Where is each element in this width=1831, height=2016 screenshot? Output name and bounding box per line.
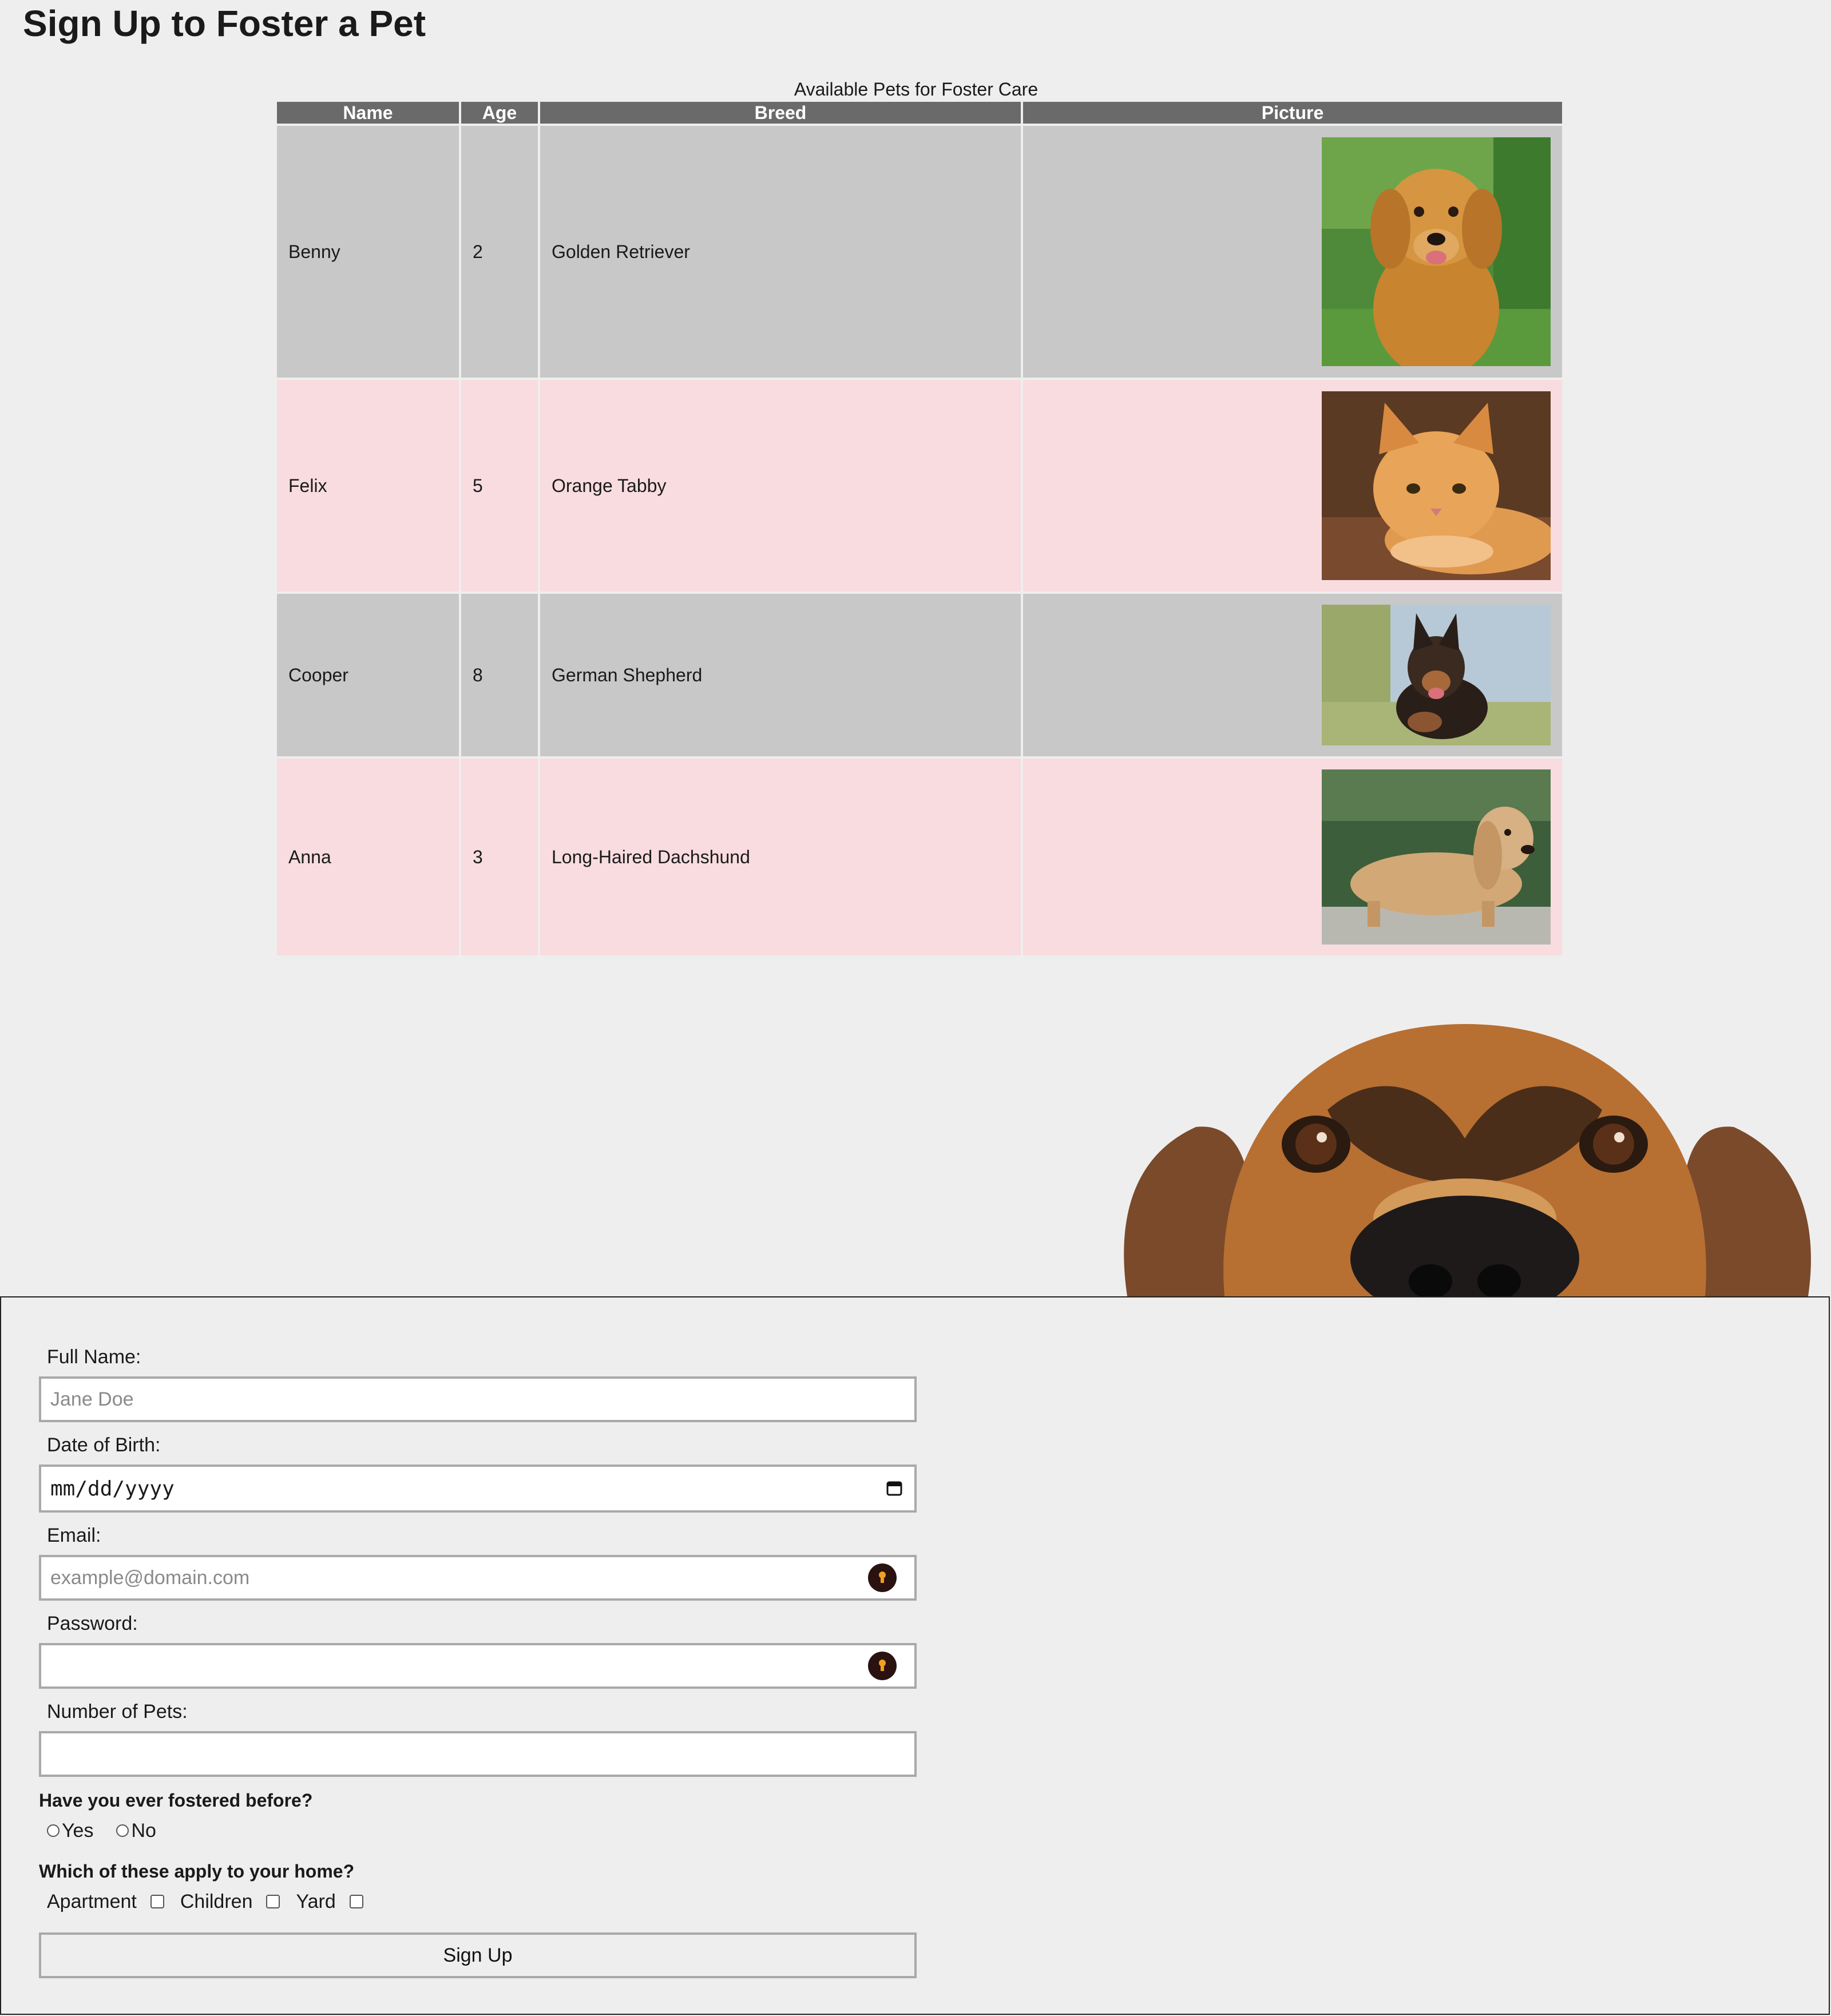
pet-name: Anna [277, 759, 459, 955]
golden-retriever-photo [1322, 137, 1551, 366]
fostered-before-question: Have you ever fostered before? [39, 1790, 313, 1811]
table-caption: Available Pets for Foster Care [794, 79, 1039, 100]
pet-age: 2 [461, 126, 538, 378]
orange-tabby-photo [1322, 391, 1551, 580]
header-age: Age [461, 102, 538, 124]
password-manager-key-icon[interactable] [867, 1563, 897, 1593]
header-name: Name [277, 102, 459, 124]
calendar-icon[interactable] [886, 1479, 903, 1497]
pet-picture-cell [1023, 594, 1562, 756]
header-breed: Breed [540, 102, 1021, 124]
table-row: Benny 2 Golden Retriever [277, 126, 1562, 378]
fostered-no-radio[interactable] [116, 1824, 129, 1837]
yard-checkbox[interactable] [349, 1895, 363, 1908]
number-of-pets-input[interactable] [39, 1731, 917, 1777]
pet-breed: Golden Retriever [540, 126, 1021, 378]
fostered-yes-radio[interactable] [47, 1824, 60, 1837]
password-input[interactable] [39, 1643, 917, 1689]
table-header-row: Name Age Breed Picture [277, 102, 1562, 124]
pet-breed: Orange Tabby [540, 380, 1021, 592]
pet-picture-cell [1023, 759, 1562, 955]
page-title: Sign Up to Foster a Pet [23, 3, 426, 44]
yard-label: Yard [296, 1891, 336, 1912]
peeking-dog-image [1110, 1013, 1820, 1296]
home-conditions-options: Apartment Children Yard [47, 1890, 363, 1913]
table-row: Cooper 8 German Shepherd [277, 594, 1562, 756]
table-row: Anna 3 Long-Haired Dachshund [277, 759, 1562, 955]
pet-breed: German Shepherd [540, 594, 1021, 756]
children-checkbox[interactable] [266, 1895, 280, 1908]
fostered-before-options: Yes No [47, 1819, 156, 1842]
pet-picture-cell [1023, 380, 1562, 592]
number-of-pets-label: Number of Pets: [47, 1701, 188, 1723]
home-conditions-question: Which of these apply to your home? [39, 1861, 355, 1882]
pet-name: Cooper [277, 594, 459, 756]
date-of-birth-input[interactable]: mm/dd/yyyy [39, 1465, 917, 1513]
fostered-yes-label: Yes [62, 1820, 94, 1842]
children-label: Children [180, 1891, 253, 1912]
date-of-birth-label: Date of Birth: [47, 1434, 161, 1456]
pet-name: Benny [277, 126, 459, 378]
full-name-input[interactable] [39, 1376, 917, 1422]
email-input[interactable] [39, 1555, 917, 1601]
dachshund-photo [1322, 769, 1551, 944]
fostered-no-label: No [131, 1820, 156, 1842]
pet-picture-cell [1023, 126, 1562, 378]
apartment-checkbox[interactable] [150, 1895, 164, 1908]
pet-age: 8 [461, 594, 538, 756]
pet-name: Felix [277, 380, 459, 592]
foster-signup-form: Full Name: Date of Birth: mm/dd/yyyy Ema… [0, 1296, 1830, 2015]
pet-age: 3 [461, 759, 538, 955]
full-name-label: Full Name: [47, 1346, 141, 1368]
date-of-birth-placeholder: mm/dd/yyyy [50, 1477, 175, 1501]
table-row: Felix 5 Orange Tabby [277, 380, 1562, 592]
sign-up-button[interactable]: Sign Up [39, 1932, 917, 1978]
pet-age: 5 [461, 380, 538, 592]
apartment-label: Apartment [47, 1891, 137, 1912]
german-shepherd-photo [1322, 605, 1551, 745]
header-picture: Picture [1023, 102, 1562, 124]
pet-breed: Long-Haired Dachshund [540, 759, 1021, 955]
password-label: Password: [47, 1613, 138, 1634]
email-label: Email: [47, 1525, 101, 1546]
password-manager-key-icon[interactable] [867, 1651, 897, 1681]
pets-table: Name Age Breed Picture Benny 2 Golden Re… [275, 100, 1564, 958]
